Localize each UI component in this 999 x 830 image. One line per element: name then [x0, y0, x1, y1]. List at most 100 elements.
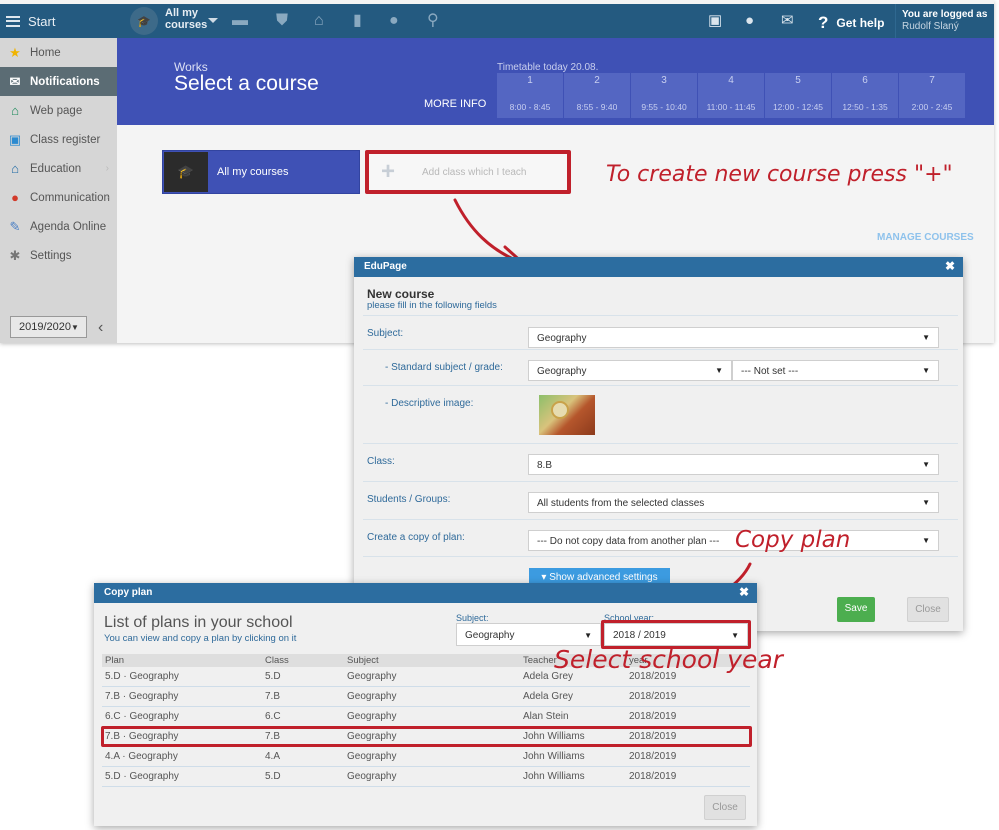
timetable-period[interactable]: 3 9:55 - 10:40 — [631, 73, 697, 118]
dialog-title: EduPage — [364, 261, 407, 272]
table-cell: 2018/2019 — [629, 711, 677, 722]
students-select[interactable]: All students from the selected classes ▼ — [528, 492, 939, 513]
close-button[interactable]: Close — [907, 597, 949, 622]
chat-icon[interactable]: ● — [745, 12, 754, 30]
column-header[interactable]: Plan — [102, 655, 265, 667]
mail-icon[interactable]: ✉ — [781, 12, 794, 30]
start-label: Start — [28, 13, 56, 29]
class-value: 8.B — [537, 460, 553, 471]
subject-filter-value: Geography — [465, 630, 515, 641]
sidebar-item-label: Web page — [30, 104, 83, 117]
house-icon: ⌂ — [11, 103, 19, 118]
copy-plan-value: --- Do not copy data from another plan -… — [537, 536, 720, 547]
collapse-sidebar-icon[interactable]: ‹ — [98, 319, 103, 337]
column-header[interactable]: Subject — [347, 655, 523, 667]
standard-subject-row: - Standard subject / grade: Geography ▼ … — [363, 349, 958, 385]
logged-as-label: You are logged as — [902, 9, 988, 20]
close-icon[interactable]: ✖ — [739, 585, 749, 599]
all-my-courses-card[interactable]: 🎓 All my courses — [162, 150, 360, 194]
copy-plan-select[interactable]: --- Do not copy data from another plan -… — [528, 530, 939, 551]
subject-value: Geography — [537, 333, 587, 344]
selected-plan-highlight — [101, 726, 752, 747]
grade-select[interactable]: --- Not set --- ▼ — [732, 360, 939, 381]
chat-bubbles-icon: ● — [11, 190, 19, 205]
table-row[interactable]: 5.D · Geography 5.D Geography John Williams… — [102, 767, 750, 787]
shield-icon[interactable]: ⛊ — [276, 12, 288, 30]
save-button[interactable]: Save — [837, 597, 875, 622]
class-row: Class: 8.B ▼ — [363, 443, 958, 481]
table-cell: Geography — [347, 691, 397, 702]
sidebar-item-label: Settings — [30, 249, 72, 262]
cast-icon[interactable]: ▣ — [708, 12, 722, 30]
sidebar-item-settings[interactable]: ✱ Settings — [0, 241, 117, 270]
manage-courses-link[interactable]: MANAGE COURSES — [877, 232, 974, 243]
table-cell: John Williams — [523, 771, 585, 782]
sidebar-item-label: Class register — [30, 133, 101, 146]
copy-plan-row: Create a copy of plan: --- Do not copy d… — [363, 519, 958, 557]
add-class-card[interactable]: + Add class which I teach — [365, 150, 571, 194]
close-icon[interactable]: ✖ — [945, 259, 955, 273]
table-row[interactable]: 4.A · Geography 4.A Geography John Williams… — [102, 747, 750, 767]
sidebar-item-home[interactable]: ★ Home — [0, 38, 117, 67]
sidebar-item-web-page[interactable]: ⌂ Web page — [0, 96, 117, 125]
table-cell: 5.D — [265, 671, 281, 682]
timetable-period[interactable]: 1 8:00 - 8:45 — [497, 73, 563, 118]
period-number: 6 — [862, 75, 868, 86]
sidebar-item-communication[interactable]: ● Communication › — [0, 183, 117, 212]
caret-down-icon: ▼ — [71, 322, 79, 332]
grade-icon[interactable]: ● — [389, 12, 399, 30]
graduation-cap-icon[interactable]: 🎓 — [130, 7, 158, 35]
subject-row: Subject: Geography ▼ — [363, 315, 958, 349]
sidebar-item-agenda-online[interactable]: ✎ Agenda Online — [0, 212, 117, 241]
period-number: 2 — [594, 75, 600, 86]
course-selector[interactable]: All my courses — [165, 7, 207, 31]
timetable-period[interactable]: 2 8:55 - 9:40 — [564, 73, 630, 118]
bank-icon[interactable]: ⌂ — [314, 12, 324, 30]
column-header[interactable]: Class — [265, 655, 347, 667]
sidebar-item-notifications[interactable]: ✉ Notifications — [0, 67, 117, 96]
class-select[interactable]: 8.B ▼ — [528, 454, 939, 475]
get-help-button[interactable]: ? Get help — [818, 13, 884, 33]
timetable-period[interactable]: 7 2:00 - 2:45 — [899, 73, 965, 118]
start-menu-button[interactable]: Start — [6, 4, 55, 38]
school-year-value: 2019/2020 — [19, 321, 71, 333]
hamburger-icon — [6, 15, 20, 27]
caret-down-icon: ▼ — [584, 631, 592, 640]
standard-subject-select[interactable]: Geography ▼ — [528, 360, 732, 381]
top-bar: Start 🎓 All my courses ▬ ⛊ ⌂ ▮ ● ⚲ ▣ ● ✉… — [0, 4, 994, 38]
user-name: Rudolf Slaný — [902, 21, 959, 32]
subject-select[interactable]: Geography ▼ — [528, 327, 939, 348]
students-value: All students from the selected classes — [537, 498, 705, 509]
table-row[interactable]: 7.B · Geography 7.B Geography Adela Grey 201… — [102, 687, 750, 707]
briefcase-icon[interactable]: ▬ — [232, 12, 248, 30]
period-number: 7 — [929, 75, 935, 86]
annotation-create-course: To create new course press "+" — [606, 162, 953, 187]
gear-icon: ✱ — [9, 247, 21, 263]
close-button[interactable]: Close — [704, 795, 746, 820]
bar-chart-icon[interactable]: ▮ — [353, 12, 362, 30]
school-year-select[interactable]: 2019/2020 ▼ — [10, 316, 87, 338]
sidebar-item-class-register[interactable]: ▣ Class register — [0, 125, 117, 154]
table-cell: 5.D · Geography — [105, 671, 179, 682]
descriptive-image[interactable] — [539, 395, 595, 435]
table-cell: John Williams — [523, 751, 585, 762]
timetable-period[interactable]: 4 11:00 - 11:45 — [698, 73, 764, 118]
standard-subject-label: - Standard subject / grade: — [385, 362, 503, 373]
dialog-header: EduPage ✖ — [354, 257, 963, 277]
timetable-period[interactable]: 5 12:00 - 12:45 — [765, 73, 831, 118]
sidebar-item-education[interactable]: ⌂ Education › — [0, 154, 117, 183]
course-card-label: All my courses — [217, 166, 289, 178]
copy-plan-label: Create a copy of plan: — [367, 532, 465, 543]
caret-down-icon[interactable] — [208, 18, 218, 23]
annotation-copy-plan: Copy plan — [735, 527, 851, 553]
plus-icon[interactable]: + — [381, 160, 395, 184]
students-icon[interactable]: ⚲ — [427, 12, 439, 30]
table-cell: 2018/2019 — [629, 691, 677, 702]
table-row[interactable]: 6.C · Geography 6.C Geography Alan Stein 201… — [102, 707, 750, 727]
period-time: 2:00 - 2:45 — [911, 102, 953, 112]
timetable-period[interactable]: 6 12:50 - 1:35 — [832, 73, 898, 118]
page-title: Select a course — [174, 72, 319, 95]
user-menu[interactable]: You are logged as Rudolf Slaný — [895, 4, 994, 38]
subject-filter-select[interactable]: Geography ▼ — [456, 623, 601, 646]
more-info-link[interactable]: MORE INFO — [424, 98, 486, 110]
